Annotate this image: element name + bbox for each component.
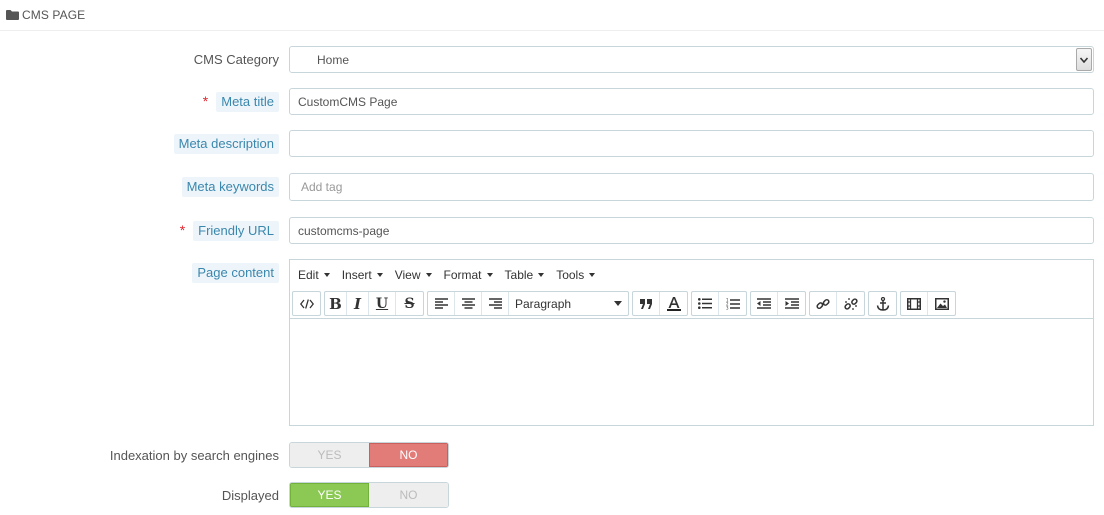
displayed-label: Displayed bbox=[221, 487, 279, 503]
caret-down-icon bbox=[425, 272, 432, 277]
menu-edit-label: Edit bbox=[298, 267, 319, 282]
cms-category-value: Home bbox=[317, 52, 350, 67]
caret-down-icon bbox=[538, 272, 545, 277]
underline-icon[interactable]: U bbox=[369, 292, 396, 315]
friendly-url-value: customcms-page bbox=[298, 223, 390, 238]
indexation-label: Indexation by search engines bbox=[109, 447, 279, 463]
friendly-url-help-label[interactable]: Friendly URL bbox=[193, 220, 279, 241]
meta-keywords-help-label[interactable]: Meta keywords bbox=[181, 177, 279, 197]
meta-title-help-label[interactable]: Meta title bbox=[216, 91, 279, 112]
meta-keywords-row: Meta keywords Add tag bbox=[0, 173, 1104, 201]
caret-down-icon bbox=[486, 272, 493, 277]
panel-heading: CMS PAGE bbox=[0, 0, 1104, 31]
editor-content-area[interactable] bbox=[290, 319, 1093, 424]
meta-title-input[interactable]: CustomCMS Page bbox=[289, 88, 1094, 115]
align-center-icon[interactable] bbox=[455, 292, 482, 315]
indent-icon[interactable] bbox=[778, 292, 805, 315]
indexation-no-option[interactable]: NO bbox=[368, 443, 448, 467]
required-mark: * bbox=[179, 221, 186, 238]
toolbar-group-lists: 123 bbox=[691, 291, 747, 316]
image-icon[interactable] bbox=[928, 292, 955, 315]
indexation-row: Indexation by search engines YES NO bbox=[0, 442, 1104, 468]
friendly-url-row: * Friendly URL customcms-page bbox=[0, 217, 1104, 244]
rich-text-editor: Edit Insert View Format Table Tools B I … bbox=[289, 259, 1094, 426]
menu-edit[interactable]: Edit bbox=[292, 268, 336, 282]
meta-description-help-label[interactable]: Meta description bbox=[173, 133, 279, 154]
caret-down-icon bbox=[376, 272, 383, 277]
blockquote-icon[interactable] bbox=[633, 292, 660, 315]
indexation-yes-option[interactable]: YES bbox=[290, 443, 369, 467]
menu-tools-label: Tools bbox=[556, 267, 585, 282]
source-code-icon[interactable] bbox=[293, 292, 320, 315]
meta-keywords-label: Meta keywords bbox=[181, 173, 279, 201]
editor-menubar: Edit Insert View Format Table Tools bbox=[290, 260, 1093, 289]
toolbar-group-links bbox=[809, 291, 865, 316]
numbered-list-icon[interactable]: 123 bbox=[719, 292, 746, 315]
add-tag-placeholder: Add tag bbox=[301, 180, 343, 194]
format-select-value: Paragraph bbox=[515, 296, 572, 311]
toolbar-group-source bbox=[292, 291, 321, 316]
bold-icon[interactable]: B bbox=[325, 292, 347, 315]
outdent-icon[interactable] bbox=[751, 292, 778, 315]
caret-down-icon bbox=[614, 301, 622, 306]
folder-icon bbox=[6, 10, 19, 20]
caret-down-icon bbox=[323, 272, 330, 277]
toolbar-group-media bbox=[900, 291, 956, 316]
meta-description-label: Meta description bbox=[173, 130, 279, 157]
menu-table-label: Table bbox=[504, 267, 534, 282]
page-content-label: Page content bbox=[192, 263, 279, 283]
meta-description-row: Meta description bbox=[0, 130, 1104, 157]
unlink-icon[interactable] bbox=[837, 292, 864, 315]
meta-title-row: * Meta title CustomCMS Page bbox=[0, 88, 1104, 115]
menu-insert[interactable]: Insert bbox=[336, 268, 389, 282]
toolbar-group-style: B I U S bbox=[324, 291, 424, 316]
menu-view[interactable]: View bbox=[389, 268, 438, 282]
menu-format[interactable]: Format bbox=[438, 268, 499, 282]
italic-icon[interactable]: I bbox=[347, 292, 369, 315]
link-icon[interactable] bbox=[810, 292, 837, 315]
bullet-list-icon[interactable] bbox=[692, 292, 719, 315]
meta-title-value: CustomCMS Page bbox=[298, 94, 398, 109]
indexation-switch[interactable]: YES NO bbox=[289, 442, 449, 468]
cms-category-label: CMS Category bbox=[193, 52, 279, 67]
align-left-icon[interactable] bbox=[428, 292, 455, 315]
meta-keywords-tag-input[interactable]: Add tag bbox=[289, 173, 1094, 201]
editor-toolbar: B I U S Paragraph 1 2 3 bbox=[290, 289, 1093, 319]
toolbar-group-anchor bbox=[868, 291, 897, 316]
toolbar-group-indent bbox=[750, 291, 806, 316]
displayed-no-option[interactable]: NO bbox=[369, 483, 448, 507]
strikethrough-icon[interactable]: S bbox=[396, 292, 423, 315]
menu-tools[interactable]: Tools bbox=[550, 268, 601, 282]
displayed-yes-option[interactable]: YES bbox=[290, 483, 370, 507]
panel-title: CMS PAGE bbox=[22, 8, 86, 22]
cms-category-row: CMS Category Home bbox=[0, 46, 1104, 73]
caret-down-icon bbox=[589, 272, 596, 277]
page-content-help-label[interactable]: Page content bbox=[192, 263, 279, 283]
required-mark: * bbox=[202, 92, 209, 109]
displayed-row: Displayed YES NO bbox=[0, 482, 1104, 508]
menu-table[interactable]: Table bbox=[499, 268, 551, 282]
cms-category-select[interactable]: Home bbox=[289, 46, 1094, 73]
text-color-icon[interactable] bbox=[660, 292, 687, 315]
format-select[interactable]: Paragraph bbox=[509, 292, 628, 315]
friendly-url-label: * Friendly URL bbox=[180, 217, 279, 244]
meta-description-input[interactable] bbox=[289, 130, 1094, 157]
displayed-switch[interactable]: YES NO bbox=[289, 482, 449, 508]
menu-format-label: Format bbox=[443, 267, 482, 282]
menu-insert-label: Insert bbox=[341, 267, 372, 282]
friendly-url-input[interactable]: customcms-page bbox=[289, 217, 1094, 244]
toolbar-group-quote bbox=[632, 291, 688, 316]
chevron-down-icon[interactable] bbox=[1076, 48, 1092, 71]
align-right-icon[interactable] bbox=[482, 292, 509, 315]
toolbar-group-align: Paragraph bbox=[427, 291, 629, 316]
menu-view-label: View bbox=[394, 267, 421, 282]
anchor-icon[interactable] bbox=[869, 292, 896, 315]
media-icon[interactable] bbox=[901, 292, 928, 315]
svg-text:3: 3 bbox=[726, 305, 729, 310]
meta-title-label: * Meta title bbox=[203, 88, 279, 115]
